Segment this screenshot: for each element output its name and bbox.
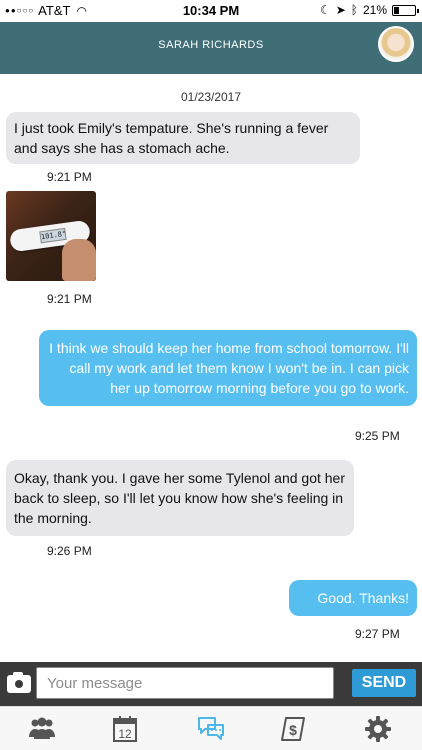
tab-expenses[interactable]: $	[252, 707, 336, 750]
tab-settings[interactable]	[336, 707, 420, 750]
tab-messages[interactable]	[168, 707, 252, 750]
bluetooth-icon: ᛒ	[350, 3, 358, 17]
status-right: ☾ ➤ ᛒ 21%	[315, 3, 419, 17]
battery-percent: 21%	[362, 3, 387, 17]
message-time: 9:21 PM	[47, 292, 92, 306]
message-time: 9:26 PM	[47, 544, 92, 558]
contact-name: SARAH RICHARDS	[158, 39, 264, 51]
tab-calendar[interactable]: 12	[84, 707, 168, 750]
message-bubble-outgoing[interactable]: Good. Thanks!	[289, 580, 417, 616]
conversation-header: SARAH RICHARDS	[0, 22, 422, 74]
gear-icon	[365, 716, 391, 742]
location-icon: ➤	[335, 3, 346, 17]
photo-attachment[interactable]: 101.8°	[6, 191, 96, 281]
thermometer-reading: 101.8°	[39, 227, 67, 244]
battery-icon	[392, 4, 419, 16]
camera-icon[interactable]	[6, 670, 32, 696]
moon-icon: ☾	[319, 3, 331, 17]
message-time: 9:27 PM	[355, 627, 400, 641]
conversation-date: 01/23/2017	[180, 90, 242, 104]
calendar-icon: 12	[113, 716, 137, 742]
expense-icon: $	[281, 717, 305, 741]
message-composer: SEND	[0, 662, 422, 706]
message-bubble-incoming[interactable]: Okay, thank you. I gave her some Tylenol…	[6, 460, 354, 536]
tab-bar: 12 $	[0, 706, 422, 750]
contact-avatar[interactable]	[378, 26, 414, 62]
message-list[interactable]: 01/23/2017 I just took Emily's tempature…	[0, 74, 422, 662]
message-input[interactable]	[36, 667, 334, 699]
tab-people[interactable]	[0, 707, 84, 750]
svg-text:$: $	[289, 722, 297, 738]
message-bubble-incoming[interactable]: I just took Emily's tempature. She's run…	[6, 112, 360, 164]
people-icon	[29, 717, 55, 739]
message-time: 9:25 PM	[355, 429, 400, 443]
chat-bubbles-icon	[198, 717, 224, 740]
send-button[interactable]: SEND	[352, 669, 416, 697]
calendar-day: 12	[118, 727, 132, 741]
message-time: 9:21 PM	[47, 170, 92, 184]
status-bar: ●●○○○ AT&T ◠ 10:34 PM ☾ ➤ ᛒ 21%	[0, 0, 422, 22]
message-bubble-outgoing[interactable]: I think we should keep her home from sch…	[39, 330, 417, 406]
thumb-shape	[62, 239, 96, 281]
